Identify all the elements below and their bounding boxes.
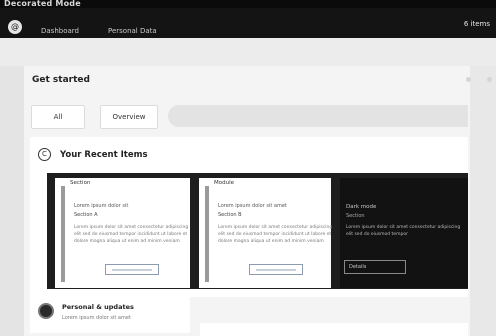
card-title: Lorem ipsum dolor sit amet: [218, 203, 287, 209]
window-title: Decorated Mode: [4, 0, 81, 8]
nav-link-personal-data[interactable]: Personal Data: [108, 27, 157, 35]
settings-dot-icon[interactable]: [487, 77, 492, 82]
card-subtitle: Section A: [74, 212, 98, 218]
item-card-dark[interactable]: Dark mode Section Lorem ipsum dolor sit …: [340, 178, 468, 288]
details-button[interactable]: Details: [344, 260, 406, 274]
clock-icon: C: [38, 148, 51, 161]
card-header: Dark mode: [346, 204, 377, 210]
left-gutter: [0, 66, 24, 336]
card-action-button[interactable]: [105, 264, 159, 275]
page-title: Get started: [32, 75, 90, 85]
card-title: Lorem ipsum dolor sit: [74, 203, 129, 209]
avatar: [38, 303, 54, 319]
card-subtitle: Section B: [218, 212, 242, 218]
card-accent-bar: [205, 186, 209, 282]
item-card[interactable]: Module Lorem ipsum dolor sit amet Sectio…: [199, 178, 332, 288]
search-input[interactable]: [168, 105, 468, 127]
right-gutter: [470, 66, 496, 336]
card-header: Section: [70, 180, 91, 186]
window-title-strip: Decorated Mode: [0, 0, 496, 8]
top-app-bar: Decorated Mode @ Dashboard Personal Data…: [0, 0, 496, 38]
tab-all[interactable]: All: [31, 105, 85, 129]
app-logo-icon[interactable]: @: [8, 20, 22, 34]
card-subtitle: Section: [346, 213, 365, 219]
list-item-meta: Lorem ipsum dolor sit amet: [62, 315, 131, 321]
list-item[interactable]: [200, 323, 468, 336]
card-header: Module: [214, 180, 234, 186]
item-card[interactable]: Section Lorem ipsum dolor sit Section A …: [55, 178, 190, 288]
card-description: Lorem ipsum dolor sit amet consectetur a…: [346, 225, 461, 237]
list-item-title: Personal & updates: [62, 303, 134, 311]
card-description: Lorem ipsum dolor sit amet consectetur a…: [218, 225, 333, 244]
panel-title: Your Recent Items: [60, 150, 148, 160]
nav-link-dashboard[interactable]: Dashboard: [41, 27, 79, 35]
header-band: [0, 38, 496, 66]
more-options-icon[interactable]: [466, 77, 471, 82]
tab-overview[interactable]: Overview: [100, 105, 158, 129]
card-description: Lorem ipsum dolor sit amet consectetur a…: [74, 225, 189, 244]
header-status[interactable]: 6 items: [464, 20, 490, 28]
card-action-button[interactable]: [249, 264, 303, 275]
card-accent-bar: [61, 186, 65, 282]
list-item[interactable]: Personal & updates Lorem ipsum dolor sit…: [30, 293, 190, 333]
